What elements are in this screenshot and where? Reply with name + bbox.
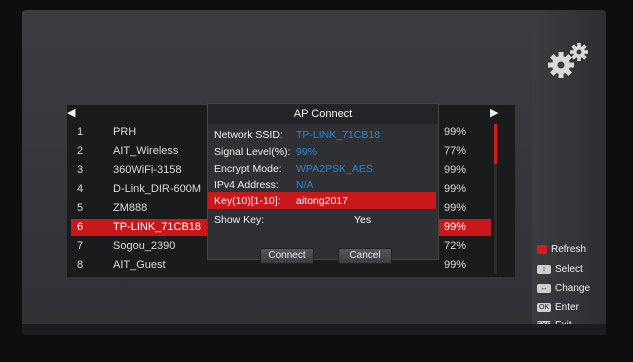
legend-select: ↕ Select <box>537 264 583 275</box>
key-row[interactable]: Key(10)[1-10]: aitong2017 <box>208 192 436 209</box>
key-label: Key(10)[1-10]: <box>214 195 281 207</box>
wifi-item-number: 4 <box>77 183 84 195</box>
wifi-item-number: 8 <box>77 259 84 271</box>
wifi-item-ssid: AIT_Guest <box>113 259 166 271</box>
left-arrow-icon[interactable]: ◀ <box>67 106 75 119</box>
wifi-item-number: 6 <box>77 221 84 233</box>
wifi-item-number: 3 <box>77 164 84 176</box>
bottom-bar <box>22 324 606 335</box>
gear-icon <box>548 43 588 78</box>
left-right-key-icon: ↔ <box>537 283 551 293</box>
wifi-item-ssid: Sogou_2390 <box>113 240 176 252</box>
wifi-item-ssid: D-Link_DIR-600M <box>113 183 202 195</box>
signal-level-label: Signal Level(%): <box>214 146 291 158</box>
wifi-item-signal: 99% <box>444 221 467 233</box>
encrypt-mode-label: Encrypt Mode: <box>214 163 282 175</box>
legend-refresh: Refresh <box>537 244 586 255</box>
wifi-item-ssid: TP-LINK_71CB18 <box>113 221 202 233</box>
network-ssid-value: TP-LINK_71CB18 <box>296 129 381 141</box>
wifi-item-signal: 99% <box>444 126 467 138</box>
legend-select-label: Select <box>555 264 583 275</box>
up-down-key-icon: ↕ <box>537 264 551 274</box>
show-key-value[interactable]: Yes <box>354 214 371 226</box>
right-arrow-icon[interactable]: ▶ <box>490 106 498 119</box>
legend-enter-label: Enter <box>555 302 579 313</box>
ok-key-icon: OK <box>537 302 551 312</box>
wifi-item-signal: 77% <box>444 145 467 157</box>
wifi-item-signal: 72% <box>444 240 467 252</box>
wifi-item-signal: 99% <box>444 259 467 271</box>
legend-enter: OK Enter <box>537 302 579 313</box>
wifi-item-signal: 99% <box>444 202 467 214</box>
legend-change: ↔ Change <box>537 283 590 294</box>
network-ssid-label: Network SSID: <box>214 129 283 141</box>
scrollbar[interactable] <box>494 124 497 274</box>
wifi-item-number: 1 <box>77 126 84 138</box>
signal-level-value: 99% <box>296 146 318 158</box>
connect-button[interactable]: Connect <box>260 248 314 264</box>
legend-refresh-label: Refresh <box>551 244 587 255</box>
wifi-item-number: 2 <box>77 145 84 157</box>
ipv4-address-label: IPv4 Address: <box>214 179 279 191</box>
wifi-item-number: 7 <box>77 240 84 252</box>
wifi-item-signal: 99% <box>444 164 467 176</box>
encrypt-mode-value: WPA2PSK_AES <box>296 163 373 175</box>
wifi-item-ssid: 360WiFi-3158 <box>113 164 182 176</box>
wifi-item-signal: 99% <box>444 183 467 195</box>
red-key-icon <box>537 244 547 254</box>
wifi-item-number: 5 <box>77 202 84 214</box>
dialog-title: AP Connect <box>208 104 438 124</box>
legend-change-label: Change <box>555 283 591 294</box>
wifi-item-ssid: ZM888 <box>113 202 148 214</box>
scrollbar-thumb[interactable] <box>494 124 497 164</box>
tv-screen: ◀ ▶ 1 PRH 99% 2 AIT_Wireless 77% 3 360WiFi-3158… <box>22 10 606 335</box>
key-input[interactable]: aitong2017 <box>296 195 348 207</box>
wifi-item-ssid: PRH <box>113 126 137 138</box>
wifi-item-ssid: AIT_Wireless <box>113 145 179 157</box>
ap-connect-dialog: AP Connect Network SSID: TP-LINK_71CB18 … <box>207 103 439 264</box>
cancel-button[interactable]: Cancel <box>338 248 392 264</box>
show-key-label: Show Key: <box>214 214 265 226</box>
ipv4-address-value: N/A <box>296 179 314 191</box>
